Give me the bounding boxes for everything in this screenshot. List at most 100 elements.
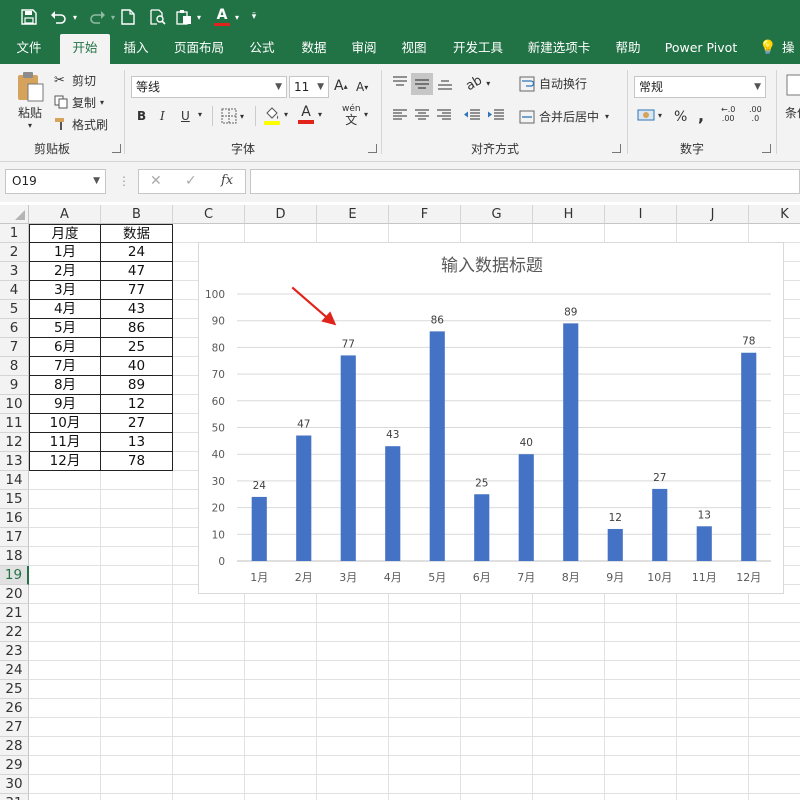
tab-new-tab[interactable]: 新建选项卡 (520, 34, 598, 64)
format-painter-button[interactable]: 格式刷 (54, 115, 108, 133)
align-left-button[interactable] (392, 108, 408, 122)
tab-page-layout[interactable]: 页面布局 (166, 34, 232, 64)
customize-icon[interactable]: ▾̄ (248, 5, 260, 29)
table-cell[interactable]: 7月 (29, 357, 101, 376)
row-header-2[interactable]: 2 (0, 243, 29, 262)
bar-9月[interactable] (607, 528, 623, 561)
underline-dropdown-icon[interactable]: ▾ (198, 110, 202, 119)
row-header-3[interactable]: 3 (0, 262, 29, 281)
column-header-e[interactable]: E (317, 205, 389, 224)
row-header-29[interactable]: 29 (0, 756, 29, 775)
table-cell[interactable]: 13 (101, 433, 173, 452)
table-cell[interactable]: 77 (101, 281, 173, 300)
formula-bar-splitter-icon[interactable]: ⋮ (118, 174, 130, 188)
row-header-30[interactable]: 30 (0, 775, 29, 794)
table-cell[interactable]: 12月 (29, 452, 101, 471)
row-header-24[interactable]: 24 (0, 661, 29, 680)
column-header-f[interactable]: F (389, 205, 461, 224)
align-middle-button[interactable] (411, 73, 433, 95)
phonetic-button[interactable]: wén 文 (342, 104, 361, 127)
tab-view[interactable]: 视图 (392, 34, 436, 64)
clipboard-launcher-icon[interactable] (112, 144, 121, 153)
row-header-22[interactable]: 22 (0, 623, 29, 642)
increase-indent-button[interactable] (487, 108, 505, 122)
row-header-10[interactable]: 10 (0, 395, 29, 414)
align-right-button[interactable] (436, 108, 452, 122)
name-box[interactable]: O19 ▼ (5, 169, 106, 194)
row-header-16[interactable]: 16 (0, 509, 29, 528)
column-header-g[interactable]: G (461, 205, 533, 224)
fill-dropdown-icon[interactable]: ▾ (284, 110, 288, 119)
select-all-button[interactable] (0, 205, 29, 224)
worksheet-grid[interactable]: ABCDEFGHIJK 1 2 3 4 5 6 7 8 9 10 11 12 13 14 15 16 17 18 1… (0, 205, 800, 800)
merge-center-button[interactable]: 合并后居中 ▾ (519, 108, 609, 125)
formula-input[interactable] (250, 169, 800, 194)
undo-icon[interactable] (48, 5, 70, 29)
table-cell[interactable]: 10月 (29, 414, 101, 433)
row-header-31[interactable]: 31 (0, 794, 29, 800)
redo-dropdown-icon[interactable]: ▾ (108, 5, 118, 29)
row-header-23[interactable]: 23 (0, 642, 29, 661)
enter-icon[interactable]: ✓ (185, 173, 197, 189)
font-color-button[interactable]: A (298, 105, 314, 124)
align-top-button[interactable] (392, 76, 408, 90)
row-header-27[interactable]: 27 (0, 718, 29, 737)
row-header-15[interactable]: 15 (0, 490, 29, 509)
paste-icon[interactable] (174, 5, 194, 29)
row-header-11[interactable]: 11 (0, 414, 29, 433)
column-header-d[interactable]: D (245, 205, 317, 224)
row-header-9[interactable]: 9 (0, 376, 29, 395)
redo-icon[interactable] (86, 5, 108, 29)
tab-insert[interactable]: 插入 (114, 34, 158, 64)
column-header-a[interactable]: A (29, 205, 101, 224)
table-cell[interactable]: 6月 (29, 338, 101, 357)
column-header-j[interactable]: J (677, 205, 749, 224)
bar-8月[interactable] (563, 323, 579, 561)
row-header-6[interactable]: 6 (0, 319, 29, 338)
table-cell[interactable]: 1月 (29, 243, 101, 262)
row-header-7[interactable]: 7 (0, 338, 29, 357)
number-format-select[interactable]: 常规 ▼ (634, 76, 766, 98)
italic-button[interactable]: I (160, 109, 172, 123)
column-header-c[interactable]: C (173, 205, 245, 224)
row-header-25[interactable]: 25 (0, 680, 29, 699)
save-icon[interactable] (18, 5, 40, 29)
font-name-select[interactable]: 等线 ▼ (131, 76, 287, 98)
lightbulb-icon[interactable]: 💡 (758, 34, 778, 64)
undo-dropdown-icon[interactable]: ▾ (70, 5, 80, 29)
bar-chart[interactable]: 输入数据标题 0 10 20 30 40 50 60 70 80 90 100 24 47 77 43 86… (198, 242, 784, 594)
row-header-12[interactable]: 12 (0, 433, 29, 452)
print-preview-icon[interactable] (148, 5, 168, 29)
row-header-4[interactable]: 4 (0, 281, 29, 300)
accounting-format-button[interactable]: ▾ (637, 108, 662, 122)
bold-button[interactable]: B (137, 109, 149, 123)
row-header-20[interactable]: 20 (0, 585, 29, 604)
font-color-dropdown-icon[interactable]: ▾ (318, 110, 322, 119)
bar-5月[interactable] (429, 331, 445, 561)
row-header-8[interactable]: 8 (0, 357, 29, 376)
row-header-18[interactable]: 18 (0, 547, 29, 566)
tab-help[interactable]: 帮助 (606, 34, 650, 64)
tab-review[interactable]: 审阅 (342, 34, 386, 64)
table-header-cell[interactable]: 月度 (29, 224, 101, 243)
table-cell[interactable]: 12 (101, 395, 173, 414)
table-cell[interactable]: 86 (101, 319, 173, 338)
comma-button[interactable]: , (698, 106, 704, 125)
shrink-font-button[interactable]: A ▾ (356, 80, 372, 94)
chart-title[interactable]: 输入数据标题 (441, 256, 543, 276)
align-bottom-button[interactable] (437, 76, 453, 90)
table-header-cell[interactable]: 数据 (101, 224, 173, 243)
tab-formulas[interactable]: 公式 (240, 34, 284, 64)
table-cell[interactable]: 78 (101, 452, 173, 471)
table-cell[interactable]: 2月 (29, 262, 101, 281)
row-header-1[interactable]: 1 (0, 224, 29, 243)
paste-dropdown-icon[interactable]: ▾ (194, 5, 204, 29)
borders-button[interactable]: ▾ (221, 108, 244, 124)
alignment-launcher-icon[interactable] (612, 144, 621, 153)
insert-function-icon[interactable]: fx (221, 173, 233, 188)
bar-10月[interactable] (652, 488, 668, 561)
bar-6月[interactable] (474, 494, 490, 561)
paste-button[interactable]: 粘贴 ▾ (10, 70, 50, 136)
table-cell[interactable]: 9月 (29, 395, 101, 414)
column-header-k[interactable]: K (749, 205, 800, 224)
